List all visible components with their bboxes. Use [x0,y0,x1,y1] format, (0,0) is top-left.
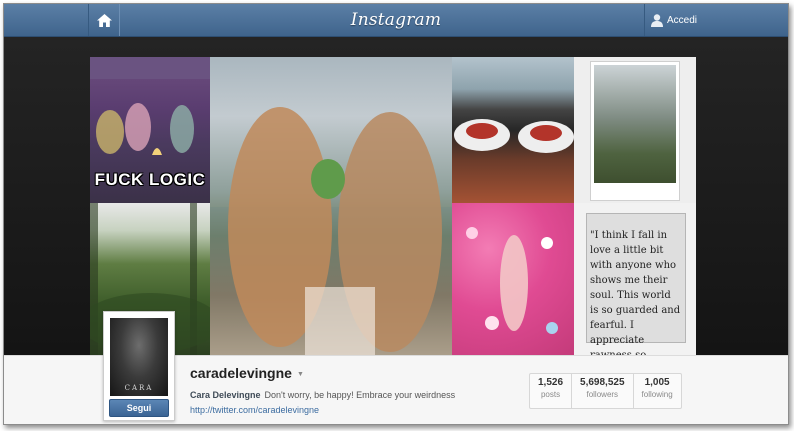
stat-following[interactable]: 1,005 following [632,374,681,408]
photo-image [454,119,574,153]
photo-tile-meme[interactable]: FUCK LOGIC [90,57,210,203]
user-icon [651,13,663,27]
full-name: Cara Delevingne [190,390,261,400]
photo-tile-food[interactable] [452,57,574,203]
login-button[interactable]: Accedi [644,4,713,36]
photo-image [210,107,452,355]
stat-value: 1,526 [538,377,564,388]
photo-tile-kiss[interactable] [210,57,452,355]
login-label: Accedi [667,14,698,26]
photo-image [594,65,676,183]
stat-posts[interactable]: 1,526 posts [530,374,571,408]
avatar[interactable]: CARA [110,318,168,396]
website-link[interactable]: http://twitter.com/caradelevingne [190,405,319,415]
stats-box: 1,526 posts 5,698,525 followers 1,005 fo… [529,373,682,409]
stat-label: followers [586,390,619,399]
cover-area: FUCK LOGIC "I think I fall in love a lit… [4,37,788,355]
username[interactable]: caradelevingne ▼ [190,365,304,381]
polaroid-frame [590,61,680,201]
stat-value: 1,005 [644,377,670,388]
bio: Cara Delevingne Don't worry, be happy! Em… [190,390,455,400]
bio-text: Don't worry, be happy! Embrace your weir… [264,390,456,400]
stat-label: following [641,390,673,399]
caret-down-icon[interactable]: ▼ [297,371,304,378]
photo-image [466,227,558,334]
photo-tile-yoga[interactable] [574,57,696,203]
follow-button[interactable]: Segui [109,399,169,417]
quote-card: "I think I fall in love a little bit wit… [586,213,686,355]
browser-frame: Instagram Accedi FUCK LOGIC "I think I f… [3,3,789,425]
stat-followers[interactable]: 5,698,525 followers [571,374,633,408]
top-bar: Instagram Accedi [4,4,788,37]
avatar-caption: CARA [124,384,154,392]
profile-bar: CARA Segui caradelevingne ▼ Cara Deleving… [4,311,788,424]
username-text: caradelevingne [190,365,292,381]
stat-label: posts [540,390,561,399]
meme-caption: FUCK LOGIC [94,170,206,189]
stat-value: 5,698,525 [580,377,625,388]
profile-picture-card: CARA Segui [103,311,175,421]
photo-tile-balls[interactable] [452,203,574,355]
photo-tile-quote[interactable]: "I think I fall in love a little bit wit… [574,203,696,355]
photo-grid: FUCK LOGIC "I think I fall in love a lit… [90,57,696,355]
